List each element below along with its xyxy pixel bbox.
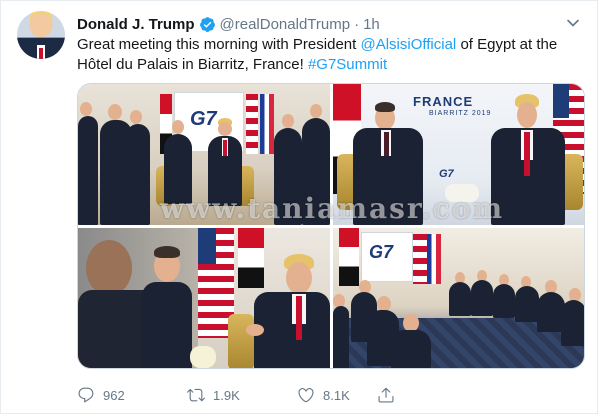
tweet-timestamp[interactable]: 1h [363, 16, 380, 33]
share-button[interactable] [377, 386, 397, 404]
share-icon [378, 387, 394, 403]
verified-badge-icon [199, 16, 215, 32]
photo-meeting-room[interactable]: G7 [333, 228, 584, 368]
retweet-count: 1.9K [213, 387, 240, 403]
retweet-icon [187, 388, 205, 402]
tweet-card[interactable]: Donald J. Trump @realDonaldTrump · 1h Gr… [0, 0, 598, 414]
heart-icon [298, 388, 314, 403]
hashtag-link[interactable]: #G7Summit [308, 56, 387, 73]
tweet-actions: 962 1.9K 8.1K [77, 385, 585, 405]
like-count: 8.1K [323, 387, 350, 403]
media-grid: G7 FRANCE BIARRITZ 2019 G7 G7 www.taniam… [77, 83, 585, 369]
g7-logo-room: G7 [369, 242, 394, 262]
author-handle[interactable]: @realDonaldTrump [220, 16, 351, 33]
chevron-down-icon[interactable] [565, 15, 581, 31]
reply-icon [78, 387, 94, 403]
avatar[interactable] [17, 11, 65, 59]
banner-france: FRANCE [413, 94, 474, 109]
g7-logo-small: G7 [190, 108, 217, 130]
avatar-tie [39, 48, 43, 59]
tweet-text-start: Great meeting this morning with Presiden… [77, 36, 361, 53]
reply-count: 962 [103, 387, 125, 403]
reply-button[interactable]: 962 [77, 386, 177, 404]
mention-link[interactable]: @AlsisiOfficial [360, 36, 456, 53]
retweet-button[interactable]: 1.9K [187, 386, 287, 404]
author-name[interactable]: Donald J. Trump [77, 16, 195, 33]
tweet-header: Donald J. Trump @realDonaldTrump · 1h [77, 15, 380, 33]
banner-biarritz: BIARRITZ 2019 [429, 110, 492, 117]
banner-g7: G7 [439, 168, 454, 180]
separator-dot: · [354, 15, 360, 33]
media-watermark: www.taniamasr.com [159, 192, 505, 225]
tweet-text: Great meeting this morning with Presiden… [77, 35, 582, 75]
photo-closeup[interactable] [78, 228, 330, 368]
